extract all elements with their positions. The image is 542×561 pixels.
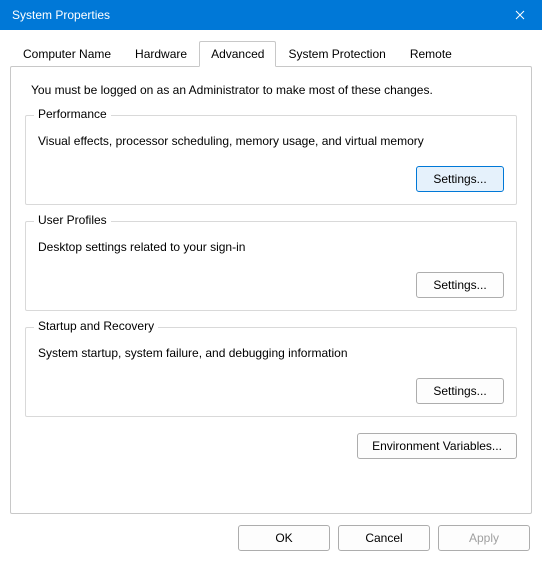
group-performance-desc: Visual effects, processor scheduling, me… <box>38 134 504 148</box>
close-icon <box>515 10 525 20</box>
dialog-content: Computer Name Hardware Advanced System P… <box>0 30 542 524</box>
group-performance-title: Performance <box>34 107 111 121</box>
tab-strip: Computer Name Hardware Advanced System P… <box>11 41 537 66</box>
group-startup-recovery: Startup and Recovery System startup, sys… <box>25 327 517 417</box>
tab-hardware[interactable]: Hardware <box>123 41 199 66</box>
window-title: System Properties <box>12 8 110 22</box>
group-performance: Performance Visual effects, processor sc… <box>25 115 517 205</box>
group-startup-recovery-title: Startup and Recovery <box>34 319 158 333</box>
tab-panel-advanced: You must be logged on as an Administrato… <box>10 66 532 514</box>
user-profiles-settings-button[interactable]: Settings... <box>416 272 504 298</box>
group-user-profiles-desc: Desktop settings related to your sign-in <box>38 240 504 254</box>
startup-recovery-settings-button[interactable]: Settings... <box>416 378 504 404</box>
apply-button[interactable]: Apply <box>438 525 530 551</box>
dialog-buttons: OK Cancel Apply <box>238 525 530 551</box>
performance-settings-button[interactable]: Settings... <box>416 166 504 192</box>
environment-variables-button[interactable]: Environment Variables... <box>357 433 517 459</box>
tab-remote[interactable]: Remote <box>398 41 464 66</box>
tab-system-protection[interactable]: System Protection <box>276 41 397 66</box>
tab-advanced[interactable]: Advanced <box>199 41 276 67</box>
ok-button[interactable]: OK <box>238 525 330 551</box>
group-user-profiles: User Profiles Desktop settings related t… <box>25 221 517 311</box>
group-startup-recovery-desc: System startup, system failure, and debu… <box>38 346 504 360</box>
tab-computer-name[interactable]: Computer Name <box>11 41 123 66</box>
titlebar: System Properties <box>0 0 542 30</box>
admin-note: You must be logged on as an Administrato… <box>31 83 517 97</box>
close-button[interactable] <box>497 0 542 30</box>
cancel-button[interactable]: Cancel <box>338 525 430 551</box>
group-user-profiles-title: User Profiles <box>34 213 111 227</box>
